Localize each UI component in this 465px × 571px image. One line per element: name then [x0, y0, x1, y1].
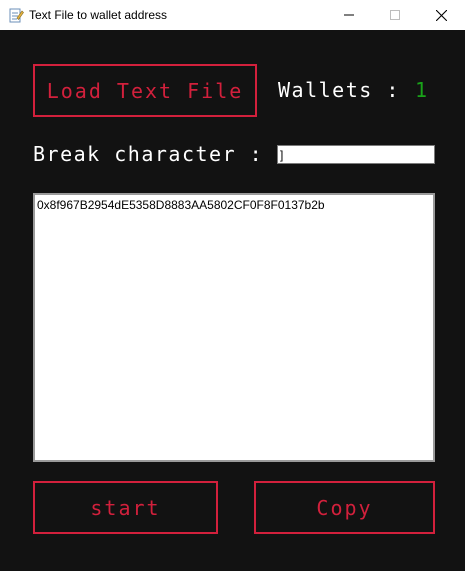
load-text-file-button[interactable]: Load Text File — [33, 64, 257, 117]
window-title: Text File to wallet address — [29, 8, 168, 22]
close-icon — [435, 9, 447, 21]
minimize-button[interactable] — [326, 0, 372, 30]
maximize-icon — [390, 10, 400, 20]
notepad-icon — [8, 7, 24, 23]
wallets-count: 1 — [415, 78, 428, 102]
wallets-label: Wallets : — [278, 78, 400, 102]
break-character-input[interactable] — [277, 145, 435, 164]
wallet-text-area[interactable]: 0x8f967B2954dE5358D8883AA5802CF0F8F0137b… — [33, 193, 435, 462]
minimize-icon — [344, 14, 354, 16]
break-character-label: Break character : — [33, 142, 264, 166]
close-button[interactable] — [418, 0, 464, 30]
copy-button[interactable]: Copy — [254, 481, 435, 534]
app-window: Text File to wallet address Load Text Fi… — [0, 0, 465, 571]
start-button[interactable]: start — [33, 481, 218, 534]
title-bar[interactable]: Text File to wallet address — [0, 0, 465, 30]
maximize-button[interactable] — [372, 0, 418, 30]
